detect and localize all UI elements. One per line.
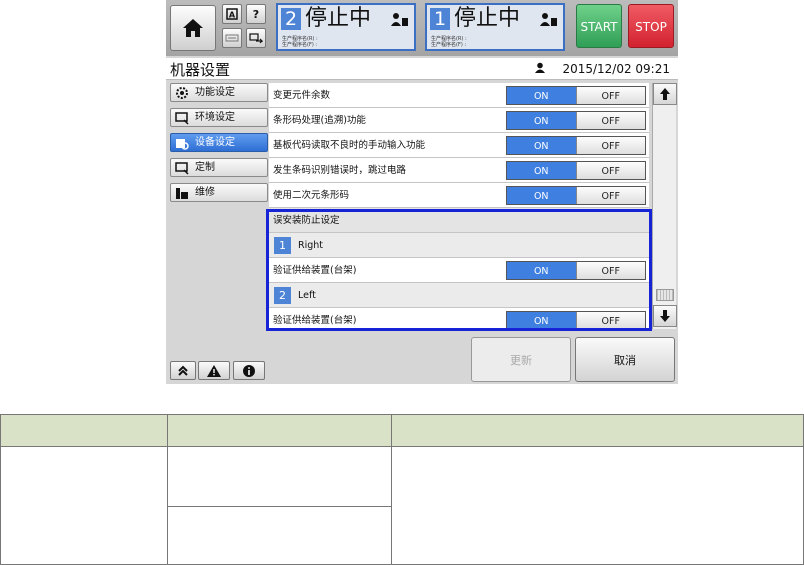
help-label: ?	[252, 7, 260, 21]
sidebar-item-environment[interactable]: 环境设定	[170, 108, 268, 127]
column-divider	[391, 415, 392, 564]
setting-label: 发生条码识别错误时，跳过电路	[273, 165, 407, 176]
double-chevron-up-icon	[178, 365, 188, 376]
operator-icon	[540, 13, 557, 26]
language-icon: A	[226, 8, 238, 20]
lane-status-2[interactable]: 2 停止中 生产程序名(R) : 生产程序名(F) :	[276, 3, 416, 51]
info-icon	[243, 364, 255, 377]
highlight-frame	[266, 209, 652, 331]
monitor-icon	[175, 112, 189, 125]
off-button[interactable]: OFF	[575, 137, 645, 154]
program-f: 生产程序名(F) :	[431, 42, 467, 48]
table-header-row	[1, 415, 803, 447]
setting-row: 使用二次元条形码 ON OFF	[269, 183, 649, 208]
program-f: 生产程序名(F) :	[282, 42, 318, 48]
sidebar-item-custom[interactable]: 定制	[170, 158, 268, 177]
on-off-toggle: ON OFF	[506, 136, 646, 155]
off-button[interactable]: OFF	[575, 87, 645, 104]
scrollbar[interactable]	[652, 83, 677, 329]
home-button[interactable]	[170, 5, 216, 51]
export-button[interactable]	[246, 28, 266, 48]
on-button[interactable]: ON	[507, 187, 576, 204]
sidebar-item-label: 设备设定	[195, 137, 235, 148]
on-button[interactable]: ON	[507, 87, 576, 104]
export-icon	[249, 33, 263, 44]
stop-button[interactable]: STOP	[628, 4, 674, 48]
keyboard-button[interactable]	[222, 28, 242, 48]
sidebar-item-label: 维修	[195, 187, 215, 198]
warning-icon	[207, 364, 221, 377]
update-button[interactable]: 更新	[471, 337, 571, 382]
top-status-bar: A ? 2 停止中 生产程序名(R): 生产程序名(F): 1 停止中 生产…	[166, 0, 678, 56]
cell-divider	[167, 506, 391, 507]
keyboard-icon	[225, 34, 239, 42]
sidebar-item-device[interactable]: 设备设定	[170, 133, 268, 152]
language-button[interactable]: A	[222, 4, 242, 24]
lane-program-info: 生产程序名(R) : 生产程序名(F) :	[282, 36, 318, 48]
on-off-toggle: ON OFF	[506, 186, 646, 205]
lane-state: 停止中	[454, 6, 521, 31]
sidebar-item-function[interactable]: 功能设定	[170, 83, 268, 102]
scroll-thumb[interactable]	[656, 289, 674, 301]
setting-row: 条形码处理(追溯)功能 ON OFF	[269, 108, 649, 133]
lane-program-info: 生产程序名(R) : 生产程序名(F) :	[431, 36, 467, 48]
svg-text:A: A	[229, 11, 236, 20]
scroll-down-button[interactable]	[653, 305, 677, 327]
setting-row: 基板代码读取不良时的手动输入功能 ON OFF	[269, 133, 649, 158]
operator-icon	[391, 13, 408, 26]
home-icon	[183, 19, 203, 37]
tools-icon	[176, 188, 188, 199]
on-button[interactable]: ON	[507, 112, 576, 129]
gear-icon	[176, 87, 188, 99]
on-off-toggle: ON OFF	[506, 161, 646, 180]
setting-label: 条形码处理(追溯)功能	[273, 115, 366, 126]
cancel-button[interactable]: 取消	[575, 337, 675, 382]
on-button[interactable]: ON	[507, 137, 576, 154]
sidebar-item-maintenance[interactable]: 维修	[170, 183, 268, 202]
description-table	[0, 414, 804, 565]
sidebar-item-label: 定制	[195, 162, 215, 173]
title-bar: 机器设置 2015/12/02 09:21	[166, 58, 678, 80]
setting-label: 基板代码读取不良时的手动输入功能	[273, 140, 426, 151]
lane-status-1[interactable]: 1 停止中 生产程序名(R) : 生产程序名(F) :	[425, 3, 565, 51]
start-button[interactable]: START	[576, 4, 622, 48]
collapse-button[interactable]	[170, 361, 196, 380]
page-title: 机器设置	[170, 61, 231, 79]
sidebar-item-label: 环境设定	[195, 112, 235, 123]
user-icon	[535, 62, 545, 73]
datetime: 2015/12/02 09:21	[562, 62, 670, 76]
help-button[interactable]: ?	[246, 4, 266, 24]
on-button[interactable]: ON	[507, 162, 576, 179]
off-button[interactable]: OFF	[575, 162, 645, 179]
warning-button[interactable]	[198, 361, 230, 380]
on-off-toggle: ON OFF	[506, 111, 646, 130]
monitor-icon	[175, 162, 189, 175]
sidebar-item-label: 功能设定	[195, 87, 235, 98]
arrow-up-icon	[660, 88, 670, 100]
arrow-down-icon	[660, 310, 670, 322]
column-divider	[167, 415, 168, 564]
scroll-up-button[interactable]	[653, 83, 677, 105]
setting-row: 变更元件余数 ON OFF	[269, 83, 649, 108]
machine-screen: A ? 2 停止中 生产程序名(R): 生产程序名(F): 1 停止中 生产…	[166, 0, 678, 384]
setting-label: 变更元件余数	[273, 90, 331, 101]
setting-row: 发生条码识别错误时，跳过电路 ON OFF	[269, 158, 649, 183]
off-button[interactable]: OFF	[575, 112, 645, 129]
device-icon	[176, 139, 189, 150]
lane-state: 停止中	[305, 6, 372, 31]
off-button[interactable]: OFF	[575, 187, 645, 204]
lane-number: 1	[430, 8, 450, 30]
lane-number: 2	[281, 8, 301, 30]
setting-label: 使用二次元条形码	[273, 190, 350, 201]
on-off-toggle: ON OFF	[506, 86, 646, 105]
info-button[interactable]	[233, 361, 265, 380]
